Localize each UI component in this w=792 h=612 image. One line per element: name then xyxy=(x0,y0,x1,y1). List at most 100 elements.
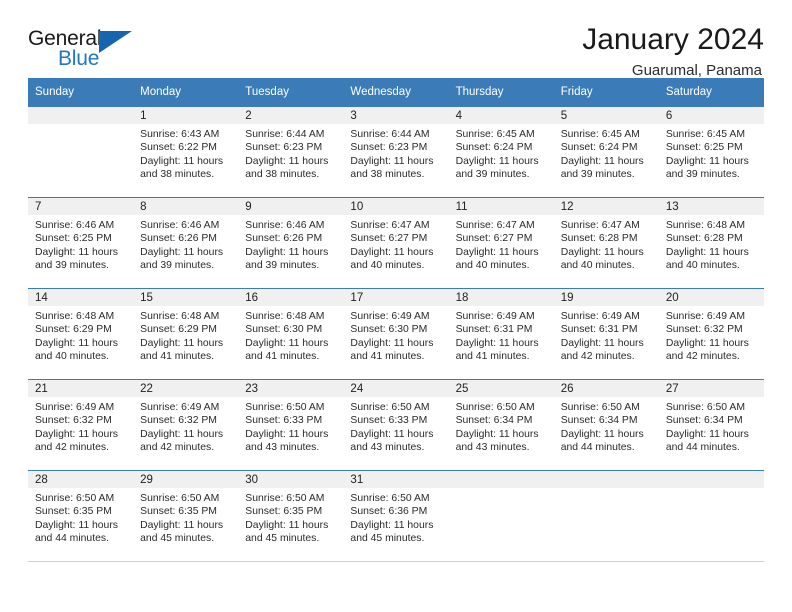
calendar-day-cell[interactable]: 8 Sunrise: 6:46 AM Sunset: 6:26 PM Daylight… xyxy=(133,197,239,289)
day-details: Sunrise: 6:50 AM Sunset: 6:34 PM Daylight:… xyxy=(659,397,764,454)
general-blue-logo[interactable]: General Blue xyxy=(28,22,148,72)
calendar-day-cell[interactable]: 3 Sunrise: 6:44 AM Sunset: 6:23 PM Daylight… xyxy=(343,106,449,198)
calendar-day-cell[interactable]: 31 Sunrise: 6:50 AM Sunset: 6:36 PM Dayligh… xyxy=(343,470,449,562)
day-details: Sunrise: 6:50 AM Sunset: 6:35 PM Daylight:… xyxy=(238,488,343,545)
calendar-day-cell[interactable] xyxy=(553,470,659,562)
daylight-text-line1: Daylight: 11 hours xyxy=(560,246,644,258)
sunset-text: Sunset: 6:29 PM xyxy=(140,324,217,336)
sunset-text: Sunset: 6:28 PM xyxy=(560,233,638,245)
daylight-text-line1: Daylight: 11 hours xyxy=(665,337,749,349)
calendar-day-cell[interactable] xyxy=(658,470,764,562)
daylight-text-line1: Daylight: 11 hours xyxy=(665,155,749,167)
calendar-day-cell[interactable]: 30 Sunrise: 6:50 AM Sunset: 6:35 PM Dayligh… xyxy=(238,470,344,562)
calendar-day-cell[interactable]: 14 Sunrise: 6:48 AM Sunset: 6:29 PM Dayligh… xyxy=(28,288,134,380)
day-number: 19 xyxy=(553,289,659,306)
calendar-day-cell[interactable]: 4 Sunrise: 6:45 AM Sunset: 6:24 PM Daylight… xyxy=(448,106,554,198)
daylight-text-line2: and 42 minutes. xyxy=(560,350,635,362)
calendar-page: General Blue January 2024 Guarumal, Pana… xyxy=(0,0,792,612)
day-details: Sunrise: 6:45 AM Sunset: 6:24 PM Daylight:… xyxy=(554,124,659,181)
day-details: Sunrise: 6:44 AM Sunset: 6:23 PM Daylight:… xyxy=(238,124,343,181)
calendar-day-cell[interactable] xyxy=(28,106,134,198)
daylight-text-line1: Daylight: 11 hours xyxy=(35,337,118,349)
sunset-text: Sunset: 6:27 PM xyxy=(350,233,428,245)
weekday-header-wednesday: Wednesday xyxy=(343,78,449,107)
calendar-day-cell[interactable]: 27 Sunrise: 6:50 AM Sunset: 6:34 PM Dayligh… xyxy=(658,379,764,471)
daylight-text-line2: and 41 minutes. xyxy=(140,350,215,362)
daylight-text-line2: and 39 minutes. xyxy=(245,259,320,271)
sunrise-text: Sunrise: 6:46 AM xyxy=(140,220,220,231)
calendar-day-cell[interactable]: 1 Sunrise: 6:43 AM Sunset: 6:22 PM Daylight… xyxy=(133,106,239,198)
calendar-day-cell[interactable]: 22 Sunrise: 6:49 AM Sunset: 6:32 PM Dayligh… xyxy=(133,379,239,471)
calendar-day-cell[interactable]: 17 Sunrise: 6:49 AM Sunset: 6:30 PM Dayligh… xyxy=(343,288,449,380)
calendar-day-cell[interactable]: 16 Sunrise: 6:48 AM Sunset: 6:30 PM Dayligh… xyxy=(238,288,344,380)
sunset-text: Sunset: 6:24 PM xyxy=(455,142,533,154)
daylight-text-line2: and 38 minutes. xyxy=(140,168,215,180)
calendar-day-cell[interactable]: 2 Sunrise: 6:44 AM Sunset: 6:23 PM Daylight… xyxy=(238,106,344,198)
calendar-day-cell[interactable]: 5 Sunrise: 6:45 AM Sunset: 6:24 PM Daylight… xyxy=(553,106,659,198)
calendar-day-cell[interactable]: 21 Sunrise: 6:49 AM Sunset: 6:32 PM Dayligh… xyxy=(28,379,134,471)
calendar-week-row: 28 Sunrise: 6:50 AM Sunset: 6:35 PM Dayligh… xyxy=(28,470,764,562)
sunset-text: Sunset: 6:26 PM xyxy=(245,233,323,245)
calendar-body: 1 Sunrise: 6:43 AM Sunset: 6:22 PM Daylight… xyxy=(28,106,764,562)
calendar-day-cell[interactable]: 23 Sunrise: 6:50 AM Sunset: 6:33 PM Dayligh… xyxy=(238,379,344,471)
day-details: Sunrise: 6:45 AM Sunset: 6:24 PM Daylight:… xyxy=(449,124,554,181)
day-details: Sunrise: 6:47 AM Sunset: 6:27 PM Daylight:… xyxy=(343,215,448,272)
calendar-day-cell[interactable]: 20 Sunrise: 6:49 AM Sunset: 6:32 PM Dayligh… xyxy=(658,288,764,380)
day-details: Sunrise: 6:46 AM Sunset: 6:26 PM Daylight:… xyxy=(238,215,343,272)
calendar-day-cell[interactable]: 7 Sunrise: 6:46 AM Sunset: 6:25 PM Daylight… xyxy=(28,197,134,289)
day-number: 24 xyxy=(343,380,449,397)
day-number xyxy=(658,471,764,488)
calendar-day-cell[interactable]: 13 Sunrise: 6:48 AM Sunset: 6:28 PM Dayligh… xyxy=(658,197,764,289)
logo-word-general: General xyxy=(28,27,102,50)
daylight-text-line1: Daylight: 11 hours xyxy=(350,519,434,531)
calendar-day-cell[interactable] xyxy=(448,470,554,562)
day-number: 8 xyxy=(133,198,239,215)
day-details: Sunrise: 6:48 AM Sunset: 6:30 PM Daylight:… xyxy=(238,306,343,363)
calendar-day-cell[interactable]: 26 Sunrise: 6:50 AM Sunset: 6:34 PM Dayligh… xyxy=(553,379,659,471)
page-title: January 2024 xyxy=(582,23,764,56)
calendar-day-cell[interactable]: 6 Sunrise: 6:45 AM Sunset: 6:25 PM Daylight… xyxy=(658,106,764,198)
calendar-day-cell[interactable]: 19 Sunrise: 6:49 AM Sunset: 6:31 PM Dayligh… xyxy=(553,288,659,380)
daylight-text-line2: and 45 minutes. xyxy=(350,532,425,544)
daylight-text-line2: and 42 minutes. xyxy=(140,441,215,453)
sunrise-text: Sunrise: 6:49 AM xyxy=(665,311,745,322)
sunset-text: Sunset: 6:25 PM xyxy=(35,233,112,245)
daylight-text-line2: and 39 minutes. xyxy=(140,259,215,271)
day-details: Sunrise: 6:44 AM Sunset: 6:23 PM Daylight:… xyxy=(343,124,448,181)
day-details: Sunrise: 6:49 AM Sunset: 6:31 PM Daylight:… xyxy=(449,306,554,363)
calendar-day-cell[interactable]: 12 Sunrise: 6:47 AM Sunset: 6:28 PM Dayligh… xyxy=(553,197,659,289)
page-subtitle: Guarumal, Panama xyxy=(631,61,762,79)
day-details: Sunrise: 6:48 AM Sunset: 6:29 PM Daylight:… xyxy=(28,306,133,363)
day-details: Sunrise: 6:47 AM Sunset: 6:27 PM Daylight:… xyxy=(449,215,554,272)
daylight-text-line2: and 38 minutes. xyxy=(350,168,425,180)
calendar-day-cell[interactable]: 25 Sunrise: 6:50 AM Sunset: 6:34 PM Dayligh… xyxy=(448,379,554,471)
calendar-day-cell[interactable]: 24 Sunrise: 6:50 AM Sunset: 6:33 PM Dayligh… xyxy=(343,379,449,471)
day-number: 10 xyxy=(343,198,449,215)
sunrise-text: Sunrise: 6:50 AM xyxy=(350,402,430,413)
calendar-day-cell[interactable]: 9 Sunrise: 6:46 AM Sunset: 6:26 PM Daylight… xyxy=(238,197,344,289)
day-number: 6 xyxy=(658,107,764,124)
calendar-day-cell[interactable]: 18 Sunrise: 6:49 AM Sunset: 6:31 PM Dayligh… xyxy=(448,288,554,380)
daylight-text-line1: Daylight: 11 hours xyxy=(140,428,224,440)
sunrise-text: Sunrise: 6:47 AM xyxy=(560,220,640,231)
daylight-text-line1: Daylight: 11 hours xyxy=(140,246,224,258)
daylight-text-line1: Daylight: 11 hours xyxy=(140,337,224,349)
day-details: Sunrise: 6:48 AM Sunset: 6:29 PM Daylight:… xyxy=(133,306,238,363)
calendar-day-cell[interactable]: 28 Sunrise: 6:50 AM Sunset: 6:35 PM Dayligh… xyxy=(28,470,134,562)
daylight-text-line2: and 42 minutes. xyxy=(665,350,740,362)
day-details: Sunrise: 6:50 AM Sunset: 6:34 PM Daylight:… xyxy=(449,397,554,454)
calendar-day-cell[interactable]: 29 Sunrise: 6:50 AM Sunset: 6:35 PM Dayligh… xyxy=(133,470,239,562)
calendar-day-cell[interactable]: 11 Sunrise: 6:47 AM Sunset: 6:27 PM Dayligh… xyxy=(448,197,554,289)
page-header: General Blue January 2024 Guarumal, Pana… xyxy=(28,0,764,78)
daylight-text-line2: and 44 minutes. xyxy=(35,532,109,544)
sunset-text: Sunset: 6:33 PM xyxy=(350,415,428,427)
calendar-day-cell[interactable]: 10 Sunrise: 6:47 AM Sunset: 6:27 PM Dayligh… xyxy=(343,197,449,289)
sunrise-text: Sunrise: 6:50 AM xyxy=(140,493,220,504)
weekday-header-friday: Friday xyxy=(553,78,659,107)
daylight-text-line2: and 42 minutes. xyxy=(35,441,109,453)
day-details xyxy=(554,488,659,492)
calendar-day-cell[interactable]: 15 Sunrise: 6:48 AM Sunset: 6:29 PM Dayligh… xyxy=(133,288,239,380)
daylight-text-line2: and 40 minutes. xyxy=(35,350,109,362)
day-number: 13 xyxy=(658,198,764,215)
weekday-header-thursday: Thursday xyxy=(448,78,554,107)
